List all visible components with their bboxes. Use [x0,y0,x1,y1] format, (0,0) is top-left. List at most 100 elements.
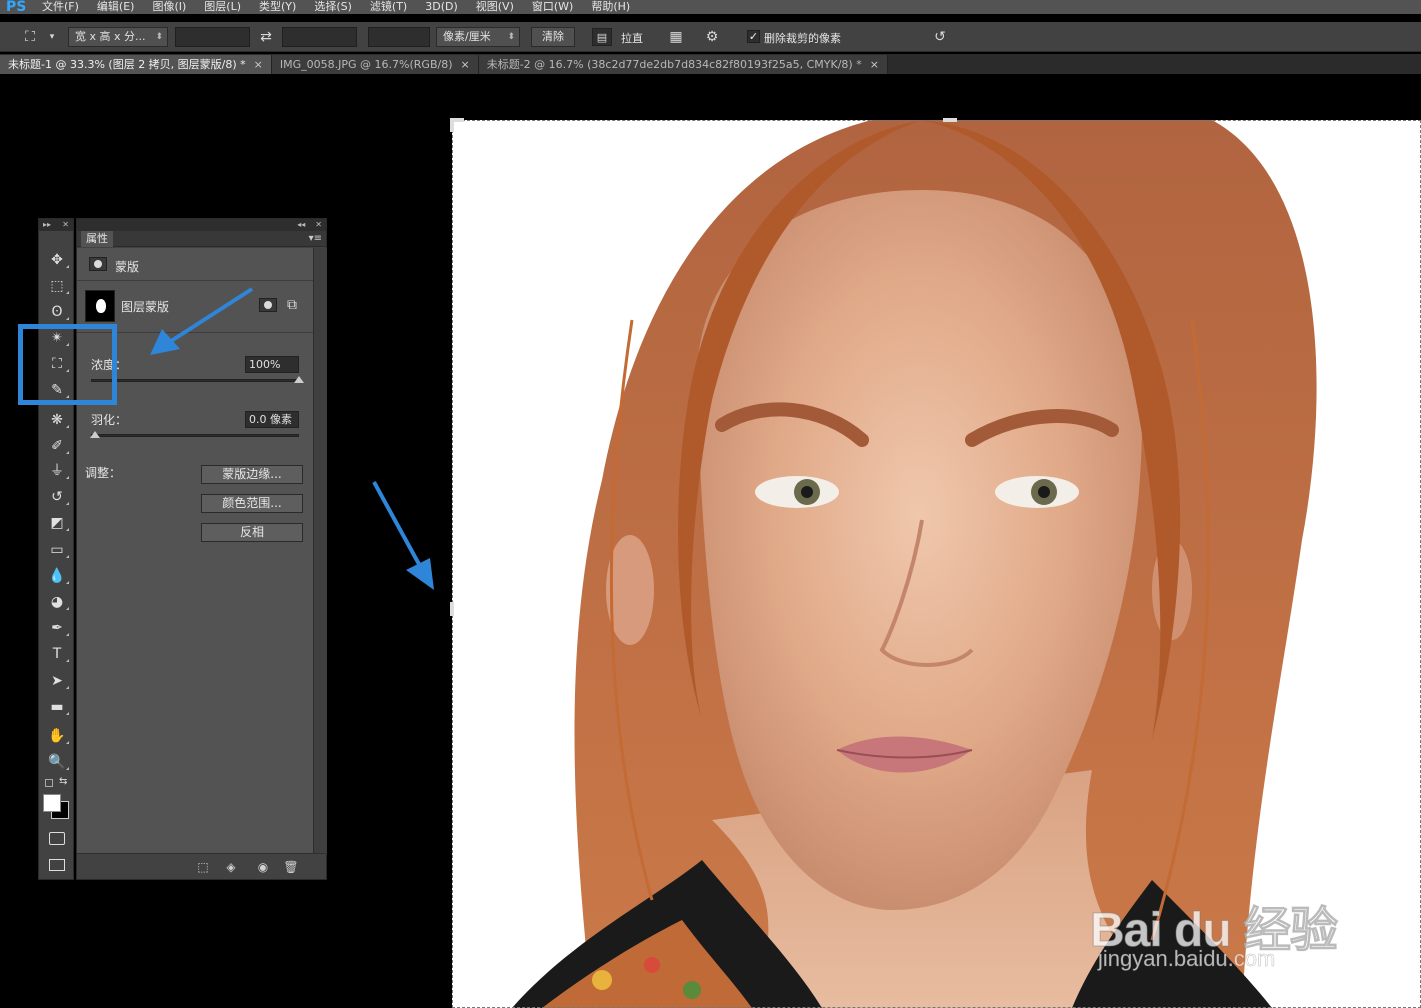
menu-bar: PS 文件(F) 编辑(E) 图像(I) 图层(L) 类型(Y) 选择(S) 滤… [0,0,1421,14]
tab-properties[interactable]: 属性 [81,231,113,247]
lasso-tool[interactable]: ʘ [45,301,69,323]
arrow-to-mask-icon [150,287,254,355]
eye-icon[interactable]: ◉ [255,859,271,875]
eraser-tool[interactable]: ◩ [45,512,69,534]
menu-edit[interactable]: 编辑(E) [97,1,135,13]
collapse-icon[interactable]: ▸▸ [43,219,51,231]
reset-icon[interactable]: ↺ [930,28,950,46]
properties-scrollbar[interactable] [313,248,327,854]
crop-handle-top-left-v[interactable] [450,118,454,132]
section-title: 蒙版 [115,260,140,274]
feather-input[interactable]: 0.0 像素 [245,411,299,428]
quick-mask-icon[interactable] [49,832,65,845]
grid-overlay-icon[interactable]: ▦ [666,28,686,46]
move-tool[interactable]: ✥ [45,249,69,271]
apply-mask-icon[interactable]: ◈ [223,859,239,875]
default-colors-icon[interactable] [45,779,53,787]
marquee-tool[interactable]: ⬚ [45,275,69,297]
zoom-tool[interactable]: 🔍 [45,751,69,773]
feather-slider-thumb[interactable] [90,431,100,438]
screen-mode-icon[interactable] [49,859,65,871]
gradient-tool[interactable]: ▭ [45,539,69,561]
close-icon[interactable]: × [254,55,263,74]
menu-window[interactable]: 窗口(W) [532,1,573,13]
baidu-watermark: Bai du 经验 jingyan.baidu.com [1089,860,1370,980]
healing-brush-tool[interactable]: ❋ [45,409,69,431]
invert-button[interactable]: 反相 [201,523,303,542]
delete-cropped-label: 删除裁剪的像素 [764,32,841,45]
menu-filter[interactable]: 滤镜(T) [370,1,407,13]
width-input[interactable] [175,27,250,47]
layer-mask-thumbnail[interactable] [85,290,115,322]
ratio-dropdown[interactable]: 宽 x 高 x 分... [68,27,168,47]
load-selection-icon[interactable]: ⬚ [195,859,211,875]
crop-icon[interactable]: ⛶ [20,28,40,46]
crop-tool-highlight [18,324,117,405]
watermark-url: jingyan.baidu.com [1098,946,1276,972]
close-icon[interactable]: × [870,55,879,74]
menu-3d[interactable]: 3D(D) [425,1,458,13]
foreground-color-swatch[interactable] [43,794,61,812]
chevron-down-icon[interactable]: ▾ [42,28,62,46]
type-tool[interactable]: T [45,643,69,665]
menu-view[interactable]: 视图(V) [476,1,514,13]
properties-panel-header[interactable]: ◂◂ ✕ [77,219,326,231]
history-brush-tool[interactable]: ↺ [45,486,69,508]
document-tabs: 未标题-1 @ 33.3% (图层 2 拷贝, 图层蒙版/8) * × IMG_… [0,54,1421,74]
menu-file[interactable]: 文件(F) [42,1,79,13]
panel-menu-icon[interactable]: ▾≡ [309,233,322,244]
straighten-icon[interactable]: ▤ [592,28,612,46]
hand-tool[interactable]: ✋ [45,725,69,747]
dodge-tool[interactable]: ◕ [45,591,69,613]
menu-layer[interactable]: 图层(L) [204,1,241,13]
mask-edge-button[interactable]: 蒙版边缘... [201,465,303,484]
tab-doc-3[interactable]: 未标题-2 @ 16.7% (38c2d77de2db7d834c82f8019… [478,55,888,74]
clear-button[interactable]: 清除 [531,27,575,47]
adjust-label: 调整： [85,466,122,480]
pixel-mask-icon[interactable] [259,298,277,312]
clone-stamp-tool[interactable]: ⏚ [45,460,69,482]
blur-tool[interactable]: 💧 [45,565,69,587]
density-slider-thumb[interactable] [294,376,304,383]
density-slider[interactable] [91,379,299,382]
properties-tab-row: 属性 ▾≡ [77,231,326,247]
photoshop-window: PS 文件(F) 编辑(E) 图像(I) 图层(L) 类型(Y) 选择(S) 滤… [0,0,1421,1008]
tab-label: 未标题-2 @ 16.7% (38c2d77de2db7d834c82f8019… [486,58,862,71]
swap-colors-icon[interactable]: ⇆ [59,776,67,787]
color-range-button[interactable]: 颜色范围... [201,494,303,513]
ps-logo: PS [6,0,27,14]
close-icon[interactable]: × [460,55,469,74]
gear-icon[interactable]: ⚙ [702,28,722,46]
brush-tool[interactable]: ✐ [45,435,69,457]
height-input[interactable] [282,27,357,47]
menu-select[interactable]: 选择(S) [314,1,352,13]
trash-icon[interactable]: 🗑 [283,859,299,875]
crop-handle-left[interactable] [450,602,454,616]
tab-label: 未标题-1 @ 33.3% (图层 2 拷贝, 图层蒙版/8) * [8,58,246,71]
delete-cropped-checkbox[interactable]: ✓ [747,30,760,43]
close-icon[interactable]: ✕ [315,219,322,231]
tools-panel: ▸▸ ✕ ⇆ ✥ ⬚ ʘ ✴ ⛶ ✎ ❋ ✐ ⏚ ↺ ◩ ▭ 💧 ◕ ✒ T ➤ ▬ ✋ 🔍 [38,218,74,880]
tab-doc-2[interactable]: IMG_0058.JPG @ 16.7%(RGB/8) × [271,55,479,74]
properties-footer: ⬚ ◈ ◉ 🗑 [77,853,326,879]
feather-slider[interactable] [91,434,299,437]
tools-panel-header[interactable]: ▸▸ ✕ [39,219,73,231]
arrow-to-crop-edge [372,481,434,590]
vector-mask-icon[interactable]: ⧉ [283,296,301,314]
collapse-icon[interactable]: ◂◂ [297,219,305,231]
tab-label: IMG_0058.JPG @ 16.7%(RGB/8) [279,58,453,71]
mask-icon [89,257,107,271]
unit-dropdown[interactable]: 像素/厘米 [436,27,520,47]
menu-type[interactable]: 类型(Y) [259,1,296,13]
menu-help[interactable]: 帮助(H) [591,1,630,13]
swap-icon[interactable]: ⇄ [256,28,276,46]
crop-handle-top[interactable] [943,118,957,122]
menu-image[interactable]: 图像(I) [152,1,186,13]
tab-doc-1[interactable]: 未标题-1 @ 33.3% (图层 2 拷贝, 图层蒙版/8) * × [0,55,272,74]
close-icon[interactable]: ✕ [62,219,69,231]
straighten-label[interactable]: 拉直 [621,30,643,46]
path-selection-tool[interactable]: ➤ [45,670,69,692]
pen-tool[interactable]: ✒ [45,617,69,639]
resolution-input[interactable] [368,27,430,47]
rectangle-tool[interactable]: ▬ [45,696,69,718]
